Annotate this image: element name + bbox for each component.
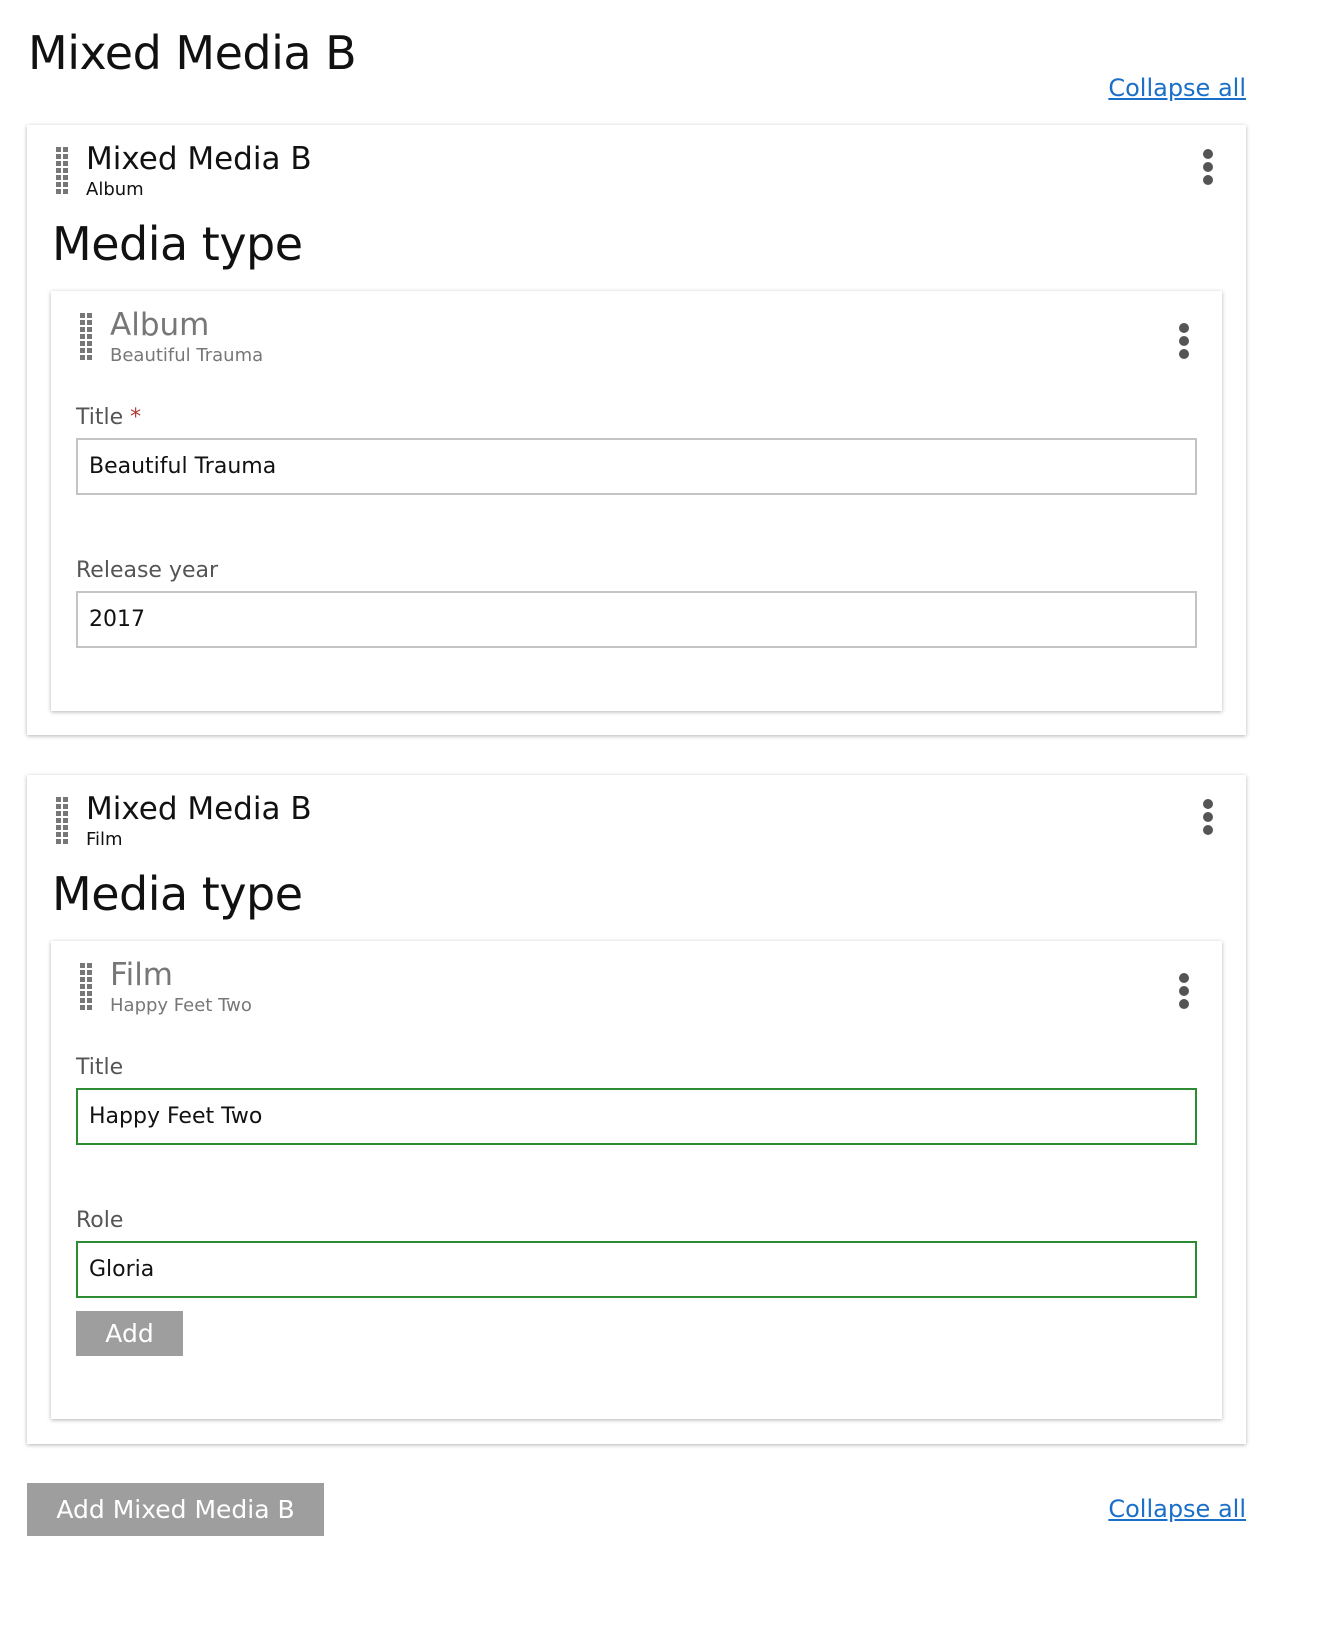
item-subtitle: Film bbox=[86, 829, 123, 850]
page-title: Mixed Media B bbox=[28, 26, 357, 80]
more-vertical-icon[interactable] bbox=[1198, 797, 1218, 837]
mixed-media-item-1: Mixed Media B Album Media type Album Bea… bbox=[27, 125, 1246, 735]
more-vertical-icon[interactable] bbox=[1174, 971, 1194, 1011]
drag-handle-icon[interactable] bbox=[80, 963, 92, 1010]
role-field-label: Role bbox=[76, 1208, 124, 1233]
title-input[interactable] bbox=[76, 1088, 1197, 1145]
section-heading: Media type bbox=[52, 217, 303, 271]
drag-handle-icon[interactable] bbox=[80, 313, 92, 360]
role-input[interactable] bbox=[76, 1241, 1197, 1298]
add-role-button[interactable]: Add bbox=[76, 1311, 183, 1356]
nested-item-film: Film Happy Feet Two Title Role Add bbox=[51, 941, 1222, 1419]
mixed-media-item-2: Mixed Media B Film Media type Film Happy… bbox=[27, 775, 1246, 1444]
item-subtitle: Album bbox=[86, 179, 144, 200]
add-mixed-media-button[interactable]: Add Mixed Media B bbox=[27, 1483, 324, 1536]
release-year-input[interactable] bbox=[76, 591, 1197, 648]
required-marker: * bbox=[130, 405, 142, 430]
item-title: Mixed Media B bbox=[86, 141, 312, 177]
title-field-label: Title * bbox=[76, 405, 141, 430]
title-input[interactable] bbox=[76, 438, 1197, 495]
nested-item-subtitle: Happy Feet Two bbox=[110, 995, 252, 1016]
nested-item-album: Album Beautiful Trauma Title * Release y… bbox=[51, 291, 1222, 711]
more-vertical-icon[interactable] bbox=[1198, 147, 1218, 187]
nested-item-title: Film bbox=[110, 957, 173, 993]
item-title: Mixed Media B bbox=[86, 791, 312, 827]
drag-handle-icon[interactable] bbox=[56, 147, 68, 194]
nested-item-subtitle: Beautiful Trauma bbox=[110, 345, 264, 366]
release-year-label: Release year bbox=[76, 558, 219, 583]
collapse-all-link-top[interactable]: Collapse all bbox=[1108, 74, 1246, 102]
more-vertical-icon[interactable] bbox=[1174, 321, 1194, 361]
section-heading: Media type bbox=[52, 867, 303, 921]
collapse-all-link-bottom[interactable]: Collapse all bbox=[1108, 1495, 1246, 1523]
title-field-label: Title bbox=[76, 1055, 124, 1080]
field-label-text: Title bbox=[76, 405, 124, 430]
nested-item-title: Album bbox=[110, 307, 210, 343]
drag-handle-icon[interactable] bbox=[56, 797, 68, 844]
